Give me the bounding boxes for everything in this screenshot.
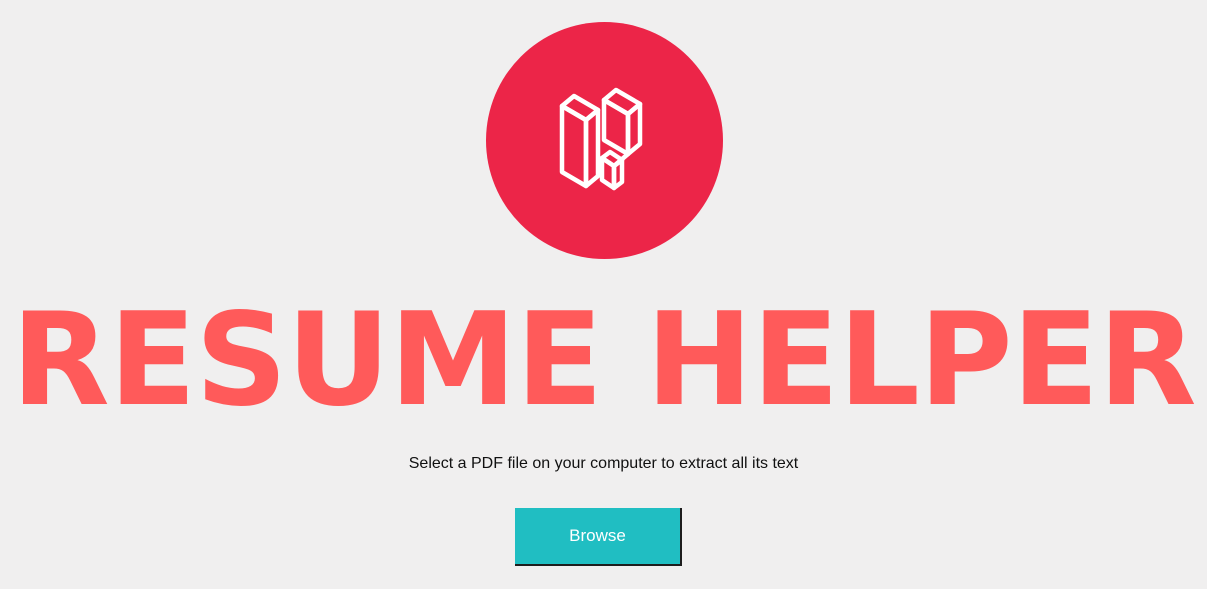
logo-circle xyxy=(486,22,723,259)
laravel-logo-icon xyxy=(559,87,643,191)
browse-button[interactable]: Browse xyxy=(515,508,682,566)
instruction-text: Select a PDF file on your computer to ex… xyxy=(408,455,799,472)
app-title: RESUME HELPER xyxy=(11,286,1196,435)
